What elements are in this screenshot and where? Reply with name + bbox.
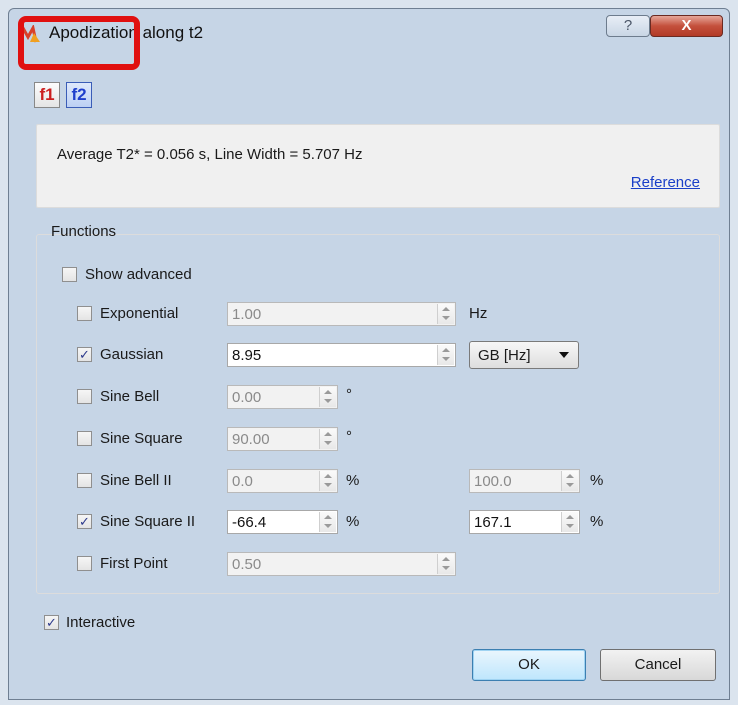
spin-arrows-icon[interactable] (319, 429, 336, 449)
first-point-label: First Point (100, 555, 168, 572)
sine-bell-unit: ° (346, 386, 352, 403)
check-mark-icon: ✓ (79, 347, 90, 362)
check-mark-icon: ✓ (79, 514, 90, 529)
sine-square-ii-spinbox[interactable]: -66.4 (227, 510, 338, 534)
chevron-down-icon (559, 352, 569, 358)
sine-square-ii-unit-2: % (590, 513, 604, 530)
show-advanced-label: Show advanced (85, 266, 192, 283)
spin-arrows-icon[interactable] (319, 387, 336, 407)
tab-f1[interactable]: f1 (34, 82, 60, 108)
spin-arrows-icon[interactable] (561, 512, 578, 532)
t2-stats-text: Average T2* = 0.056 s, Line Width = 5.70… (57, 146, 363, 163)
first-point-checkbox[interactable] (77, 556, 92, 571)
interactive-label: Interactive (66, 614, 136, 631)
cancel-button[interactable]: Cancel (600, 649, 716, 681)
spin-arrows-icon[interactable] (319, 512, 336, 532)
sine-bell-ii-label: Sine Bell II (100, 472, 172, 489)
exponential-unit: Hz (469, 305, 488, 322)
sine-square-ii-unit: % (346, 513, 360, 530)
first-point-spinbox[interactable]: 0.50 (227, 552, 456, 576)
spin-arrows-icon[interactable] (437, 554, 454, 574)
check-mark-icon: ✓ (46, 615, 57, 630)
sine-bell-label: Sine Bell (100, 388, 160, 405)
sine-square-checkbox[interactable] (77, 431, 92, 446)
spin-arrows-icon[interactable] (437, 304, 454, 324)
gaussian-unit-dropdown[interactable]: GB [Hz] (469, 341, 579, 369)
gaussian-spinbox[interactable]: 8.95 (227, 343, 456, 367)
show-advanced-checkbox[interactable] (62, 267, 77, 282)
ok-button[interactable]: OK (472, 649, 586, 681)
exponential-checkbox[interactable] (77, 306, 92, 321)
tab-highlight-frame (18, 16, 140, 70)
exponential-label: Exponential (100, 305, 179, 322)
tab-f2[interactable]: f2 (66, 82, 92, 108)
spin-arrows-icon[interactable] (319, 471, 336, 491)
sine-square-unit: ° (346, 428, 352, 445)
sine-bell-ii-unit: % (346, 472, 360, 489)
exponential-spinbox[interactable]: 1.00 (227, 302, 456, 326)
reference-link[interactable]: Reference (631, 174, 700, 191)
sine-bell-checkbox[interactable] (77, 389, 92, 404)
sine-square-ii-label: Sine Square II (100, 513, 196, 530)
gaussian-checkbox[interactable]: ✓ (77, 347, 92, 362)
functions-group (36, 234, 720, 594)
sine-bell-ii-unit-2: % (590, 472, 604, 489)
sine-bell-spinbox[interactable]: 0.00 (227, 385, 338, 409)
spin-arrows-icon[interactable] (561, 471, 578, 491)
spin-arrows-icon[interactable] (437, 345, 454, 365)
sine-square-ii-checkbox[interactable]: ✓ (77, 514, 92, 529)
sine-square-label: Sine Square (100, 430, 183, 447)
functions-group-title: Functions (51, 223, 117, 240)
sine-bell-ii-spinbox[interactable]: 0.0 (227, 469, 338, 493)
interactive-checkbox[interactable]: ✓ (44, 615, 59, 630)
sine-bell-ii-spinbox-2[interactable]: 100.0 (469, 469, 580, 493)
info-panel: Average T2* = 0.056 s, Line Width = 5.70… (36, 124, 720, 208)
sine-square-spinbox[interactable]: 90.00 (227, 427, 338, 451)
sine-bell-ii-checkbox[interactable] (77, 473, 92, 488)
sine-square-ii-spinbox-2[interactable]: 167.1 (469, 510, 580, 534)
gaussian-label: Gaussian (100, 346, 164, 363)
close-button[interactable]: X (650, 15, 723, 37)
help-button[interactable]: ? (606, 15, 650, 37)
